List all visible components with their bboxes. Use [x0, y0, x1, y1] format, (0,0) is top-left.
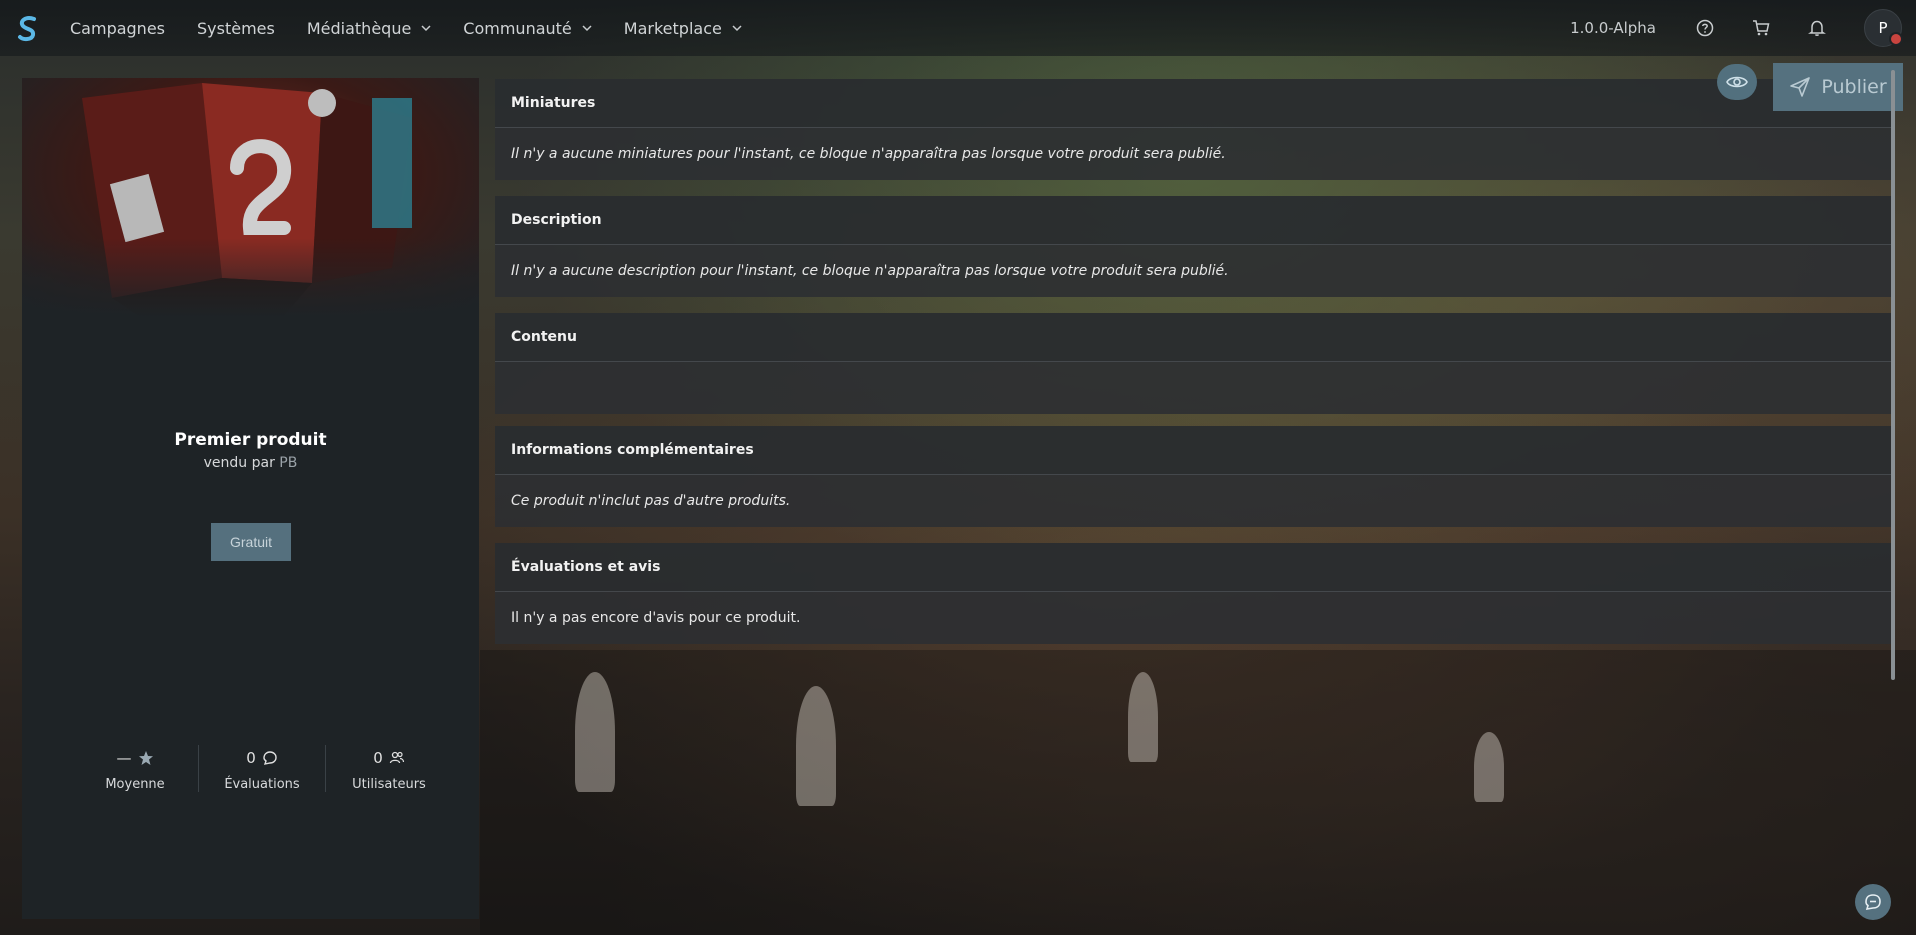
- nav-label: Systèmes: [197, 18, 275, 38]
- section-title: Évaluations et avis: [495, 543, 1891, 592]
- background-figure: [1474, 732, 1504, 802]
- bell-icon[interactable]: [1808, 19, 1826, 37]
- stat-value: 0: [246, 749, 256, 767]
- section-title: Description: [495, 196, 1891, 245]
- nav-label: Médiathèque: [306, 18, 412, 38]
- section-informations: Informations complémentaires Ce produit …: [495, 426, 1891, 527]
- cart-icon[interactable]: [1752, 19, 1770, 37]
- avatar-initial: P: [1878, 19, 1888, 37]
- scrollbar[interactable]: [1891, 70, 1895, 680]
- background-figure: [796, 686, 836, 806]
- notification-dot: [1889, 32, 1903, 46]
- price-button[interactable]: Gratuit: [211, 523, 291, 561]
- background-figure: [1128, 672, 1158, 762]
- comment-icon: [263, 751, 277, 765]
- nav-label: Communauté: [463, 18, 572, 38]
- chevron-down-icon: [582, 25, 592, 32]
- send-icon: [1790, 77, 1811, 97]
- help-icon[interactable]: [1696, 19, 1714, 37]
- chat-icon: [1865, 894, 1881, 910]
- stat-label: Évaluations: [224, 777, 300, 792]
- seller-prefix: vendu par: [203, 455, 275, 471]
- nav-label: Campagnes: [70, 18, 165, 38]
- nav-label: Marketplace: [623, 18, 722, 38]
- section-evaluations: Évaluations et avis Il n'y a pas encore …: [495, 543, 1891, 644]
- section-body: Il n'y a pas encore d'avis pour ce produ…: [511, 610, 801, 626]
- nav-campagnes[interactable]: Campagnes: [70, 19, 165, 38]
- section-body: [495, 362, 1891, 414]
- seller-link[interactable]: PB: [279, 455, 297, 471]
- top-navbar: Campagnes Systèmes Médiathèque Communaut…: [0, 0, 1916, 56]
- star-icon: [138, 751, 153, 765]
- product-seller: vendu par PB: [22, 455, 479, 471]
- background-figure: [575, 672, 615, 792]
- stat-average: — Moyenne: [72, 745, 198, 792]
- section-miniatures: Miniatures Il n'y a aucune miniatures po…: [495, 79, 1891, 180]
- product-cover-image: [22, 78, 479, 318]
- product-title: Premier produit: [174, 430, 327, 450]
- stat-label: Moyenne: [105, 777, 165, 792]
- nav-systemes[interactable]: Systèmes: [197, 19, 275, 38]
- user-avatar[interactable]: P: [1864, 9, 1903, 47]
- eye-icon: [1726, 76, 1748, 88]
- section-title: Informations complémentaires: [495, 426, 1891, 475]
- section-contenu: Contenu: [495, 313, 1891, 414]
- stat-value: 0: [373, 749, 383, 767]
- product-sidebar: Premier produit vendu par PB Gratuit — M…: [22, 78, 479, 919]
- section-title: Miniatures: [495, 79, 1891, 128]
- publish-button[interactable]: Publier: [1773, 63, 1903, 111]
- nav-mediatheque[interactable]: Médiathèque: [307, 19, 431, 38]
- section-body: Ce produit n'inclut pas d'autre produits…: [511, 493, 791, 509]
- stat-value: —: [116, 749, 132, 767]
- stat-reviews: 0 Évaluations: [198, 745, 325, 792]
- stat-label: Utilisateurs: [352, 777, 426, 792]
- chevron-down-icon: [421, 25, 431, 32]
- app-logo-icon[interactable]: [14, 14, 42, 42]
- background-scene: [480, 650, 1916, 935]
- nav-communaute[interactable]: Communauté: [463, 18, 592, 38]
- stat-users: 0 Utilisateurs: [325, 745, 452, 792]
- section-description: Description Il n'y a aucune description …: [495, 196, 1891, 297]
- cover-fade: [22, 238, 479, 318]
- nav-marketplace[interactable]: Marketplace: [624, 19, 742, 38]
- chevron-down-icon: [732, 25, 742, 32]
- publish-label: Publier: [1821, 76, 1887, 98]
- section-body: Il n'y a aucune description pour l'insta…: [511, 263, 1229, 279]
- product-stats: — Moyenne 0 Évaluations 0 Utilisateurs: [72, 745, 452, 792]
- section-body: Il n'y a aucune miniatures pour l'instan…: [511, 146, 1226, 162]
- section-title: Contenu: [495, 313, 1891, 362]
- users-icon: [389, 751, 404, 764]
- version-label: 1.0.0-Alpha: [1570, 19, 1656, 37]
- preview-button[interactable]: [1717, 64, 1757, 100]
- chat-button[interactable]: [1855, 884, 1891, 920]
- nav-right: 1.0.0-Alpha P: [1570, 9, 1916, 47]
